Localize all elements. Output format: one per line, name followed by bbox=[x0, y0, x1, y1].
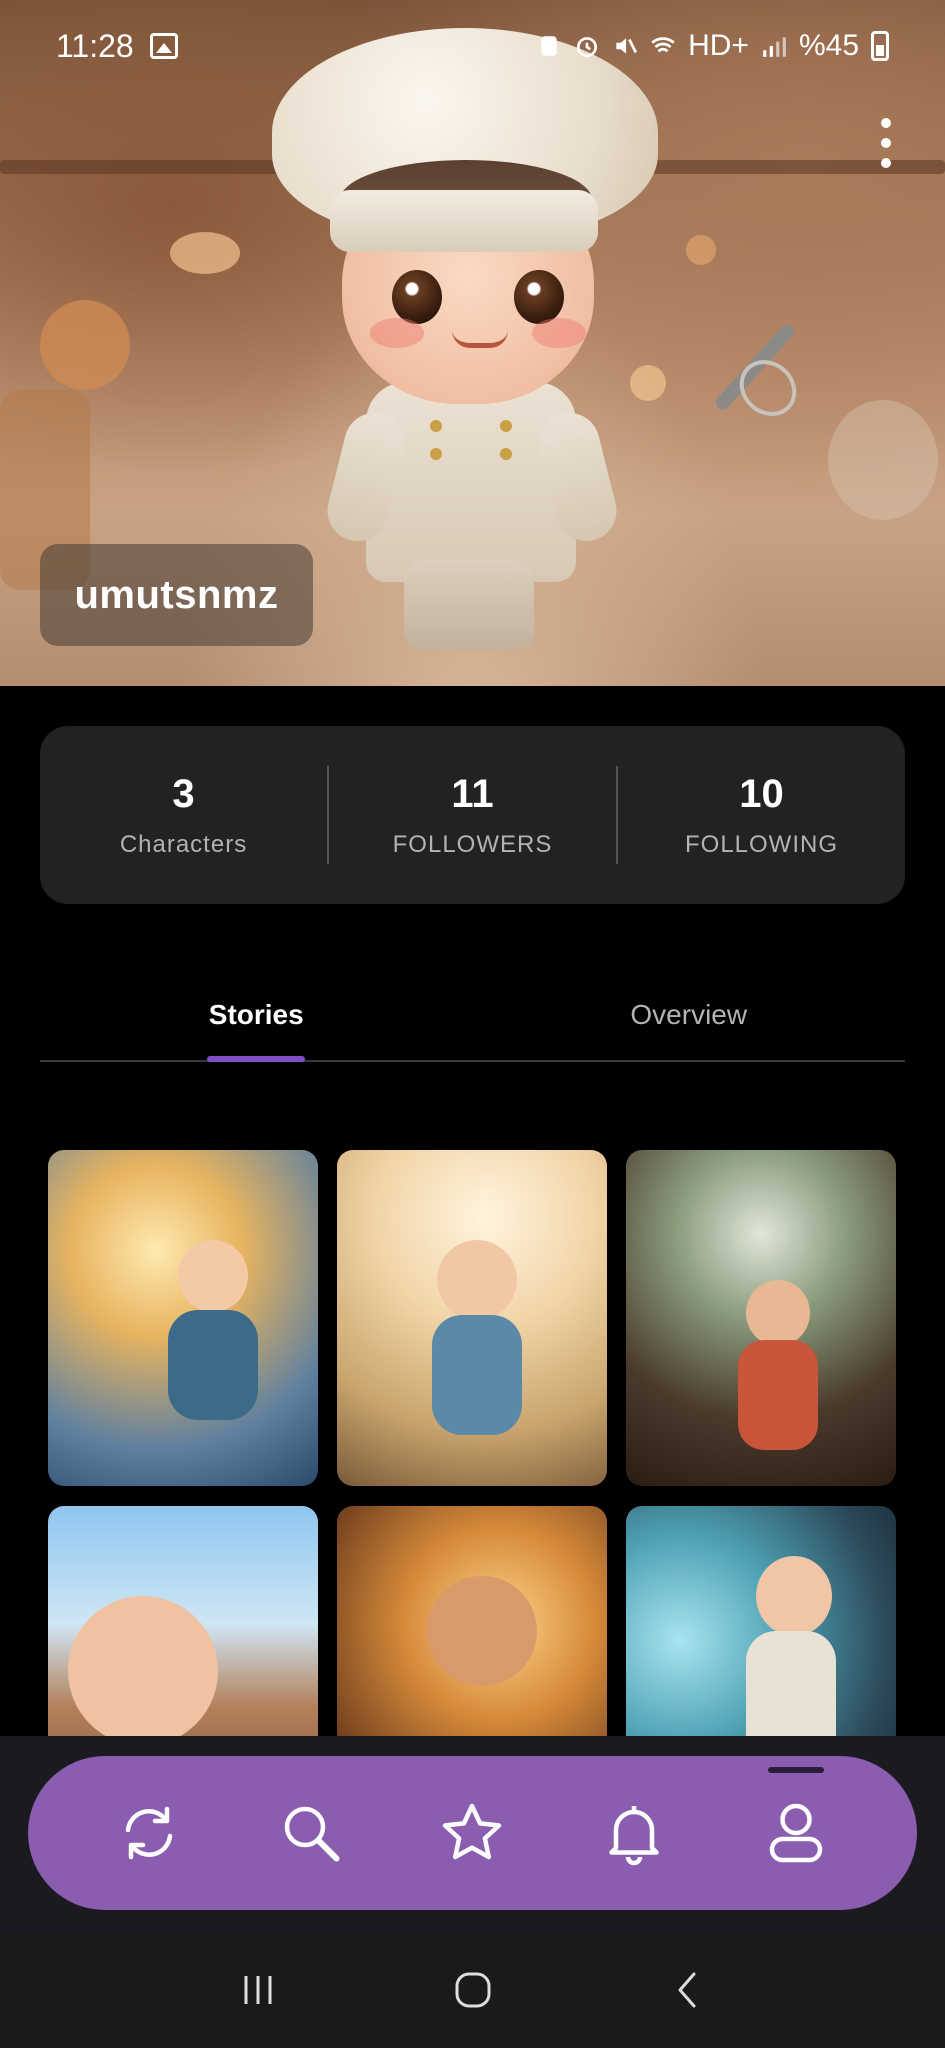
nav-search[interactable] bbox=[271, 1793, 351, 1873]
stat-value: 11 bbox=[451, 771, 494, 816]
story-card[interactable] bbox=[337, 1150, 607, 1486]
eye bbox=[392, 270, 442, 324]
stat-value: 10 bbox=[739, 771, 784, 816]
bokeh-orb bbox=[170, 232, 240, 274]
bottom-navigation bbox=[28, 1756, 917, 1910]
eye bbox=[514, 270, 564, 324]
battery-icon bbox=[871, 31, 889, 61]
wifi-icon bbox=[651, 37, 675, 53]
profile-icon bbox=[769, 1803, 823, 1863]
nfc-icon bbox=[541, 36, 557, 56]
alarm-icon bbox=[577, 37, 598, 58]
tab-overview[interactable]: Overview bbox=[473, 970, 906, 1060]
chef-body bbox=[366, 382, 576, 582]
system-navigation-bar bbox=[0, 1932, 945, 2048]
status-bar: 11:28 HD+ %45 bbox=[0, 0, 945, 92]
recent-apps-icon[interactable] bbox=[234, 1966, 282, 2014]
tab-stories[interactable]: Stories bbox=[40, 970, 473, 1060]
nav-refresh[interactable] bbox=[109, 1793, 189, 1873]
back-icon[interactable] bbox=[664, 1966, 712, 2014]
more-options-icon[interactable] bbox=[872, 118, 900, 168]
stat-label: FOLLOWERS bbox=[392, 830, 553, 858]
stat-followers[interactable]: 11 FOLLOWERS bbox=[329, 726, 616, 904]
chef-legs bbox=[404, 560, 534, 650]
profile-stats: 3 Characters 11 FOLLOWERS 10 FOLLOWING bbox=[40, 726, 905, 904]
nav-profile[interactable] bbox=[756, 1767, 836, 1873]
bokeh-orb bbox=[828, 400, 938, 520]
battery-percent: %45 bbox=[798, 29, 859, 62]
story-card[interactable] bbox=[626, 1150, 896, 1486]
refresh-icon bbox=[125, 1806, 173, 1860]
stat-label: Characters bbox=[119, 830, 248, 858]
mute-icon bbox=[616, 38, 638, 54]
active-tab-indicator bbox=[207, 1056, 305, 1062]
profile-tabs: Stories Overview bbox=[40, 970, 905, 1062]
username: umutsnmz bbox=[74, 572, 279, 617]
stat-characters[interactable]: 3 Characters bbox=[40, 726, 327, 904]
stat-label: FOLLOWING bbox=[684, 830, 838, 858]
signal-icon bbox=[763, 37, 786, 57]
star-icon bbox=[443, 1803, 502, 1860]
nav-favorites[interactable] bbox=[432, 1793, 512, 1873]
story-card[interactable] bbox=[337, 1506, 607, 1736]
stories-grid bbox=[48, 1150, 898, 1736]
nav-notifications[interactable] bbox=[594, 1793, 674, 1873]
stat-value: 3 bbox=[172, 771, 195, 816]
bell-icon bbox=[609, 1806, 660, 1866]
username-chip: umutsnmz bbox=[40, 544, 313, 646]
chef-hat-band bbox=[330, 190, 598, 252]
active-nav-indicator bbox=[768, 1767, 825, 1773]
search-icon bbox=[284, 1806, 340, 1862]
story-card[interactable] bbox=[626, 1506, 896, 1736]
gallery-notification-icon bbox=[149, 33, 178, 59]
network-type: HD+ bbox=[688, 29, 749, 62]
story-card[interactable] bbox=[48, 1506, 318, 1736]
status-icons: HD+ %45 bbox=[536, 29, 889, 63]
story-card[interactable] bbox=[48, 1150, 318, 1486]
bokeh-orb bbox=[686, 235, 716, 265]
bokeh-orb bbox=[630, 365, 666, 401]
home-icon[interactable] bbox=[449, 1966, 497, 2014]
status-time: 11:28 bbox=[56, 27, 134, 64]
bokeh-orb bbox=[40, 300, 130, 390]
profile-cover-image: 11:28 HD+ %45 umutsnmz bbox=[0, 0, 945, 686]
stat-following[interactable]: 10 FOLLOWING bbox=[618, 726, 905, 904]
